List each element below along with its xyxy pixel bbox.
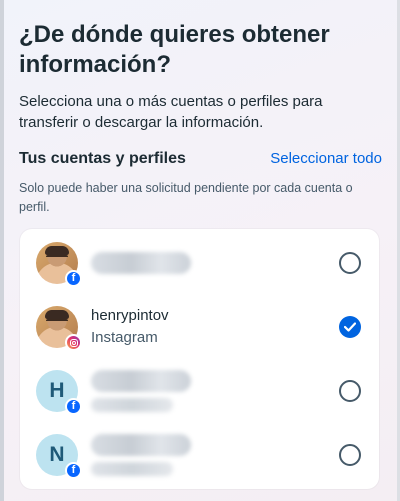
avatar: H f: [36, 370, 82, 415]
facebook-icon: f: [65, 398, 82, 415]
account-row[interactable]: henrypintov Instagram: [20, 295, 379, 359]
accounts-list: f henrypintov Instagram H f N f: [20, 229, 379, 489]
page-title: ¿De dónde quieres obtener información?: [19, 21, 330, 78]
window-edge-left: [0, 0, 4, 501]
redacted-account-name: [91, 252, 191, 274]
account-select-radio[interactable]: [339, 252, 361, 274]
account-type: Instagram: [91, 329, 158, 346]
instagram-icon: [65, 334, 82, 351]
account-row[interactable]: f: [20, 231, 379, 295]
avatar: N f: [36, 434, 82, 479]
avatar: f: [36, 242, 82, 287]
page-description: Selecciona una o más cuentas o perfiles …: [19, 93, 323, 131]
account-select-radio-checked[interactable]: [339, 316, 361, 338]
account-name: henrypintov: [91, 307, 169, 324]
redacted-account-type: [91, 462, 173, 476]
redacted-account-name: [91, 434, 191, 456]
facebook-icon: f: [65, 462, 82, 479]
account-text: [91, 423, 191, 487]
account-row[interactable]: N f: [20, 423, 379, 487]
account-row[interactable]: H f: [20, 359, 379, 423]
checkmark-icon: [344, 322, 356, 332]
select-all-link[interactable]: Seleccionar todo: [270, 150, 382, 167]
account-select-radio[interactable]: [339, 380, 361, 402]
redacted-account-name: [91, 370, 191, 392]
redacted-account-type: [91, 398, 173, 412]
account-text: henrypintov Instagram: [91, 295, 169, 359]
accounts-section-title: Tus cuentas y perfiles: [19, 150, 186, 167]
facebook-icon: f: [65, 270, 82, 287]
account-select-radio[interactable]: [339, 444, 361, 466]
avatar: [36, 306, 82, 351]
pending-request-note: Solo puede haber una solicitud pendiente…: [19, 181, 353, 214]
account-text: [91, 231, 191, 295]
account-text: [91, 359, 191, 423]
accounts-section-header: Tus cuentas y perfiles Seleccionar todo: [19, 150, 382, 168]
